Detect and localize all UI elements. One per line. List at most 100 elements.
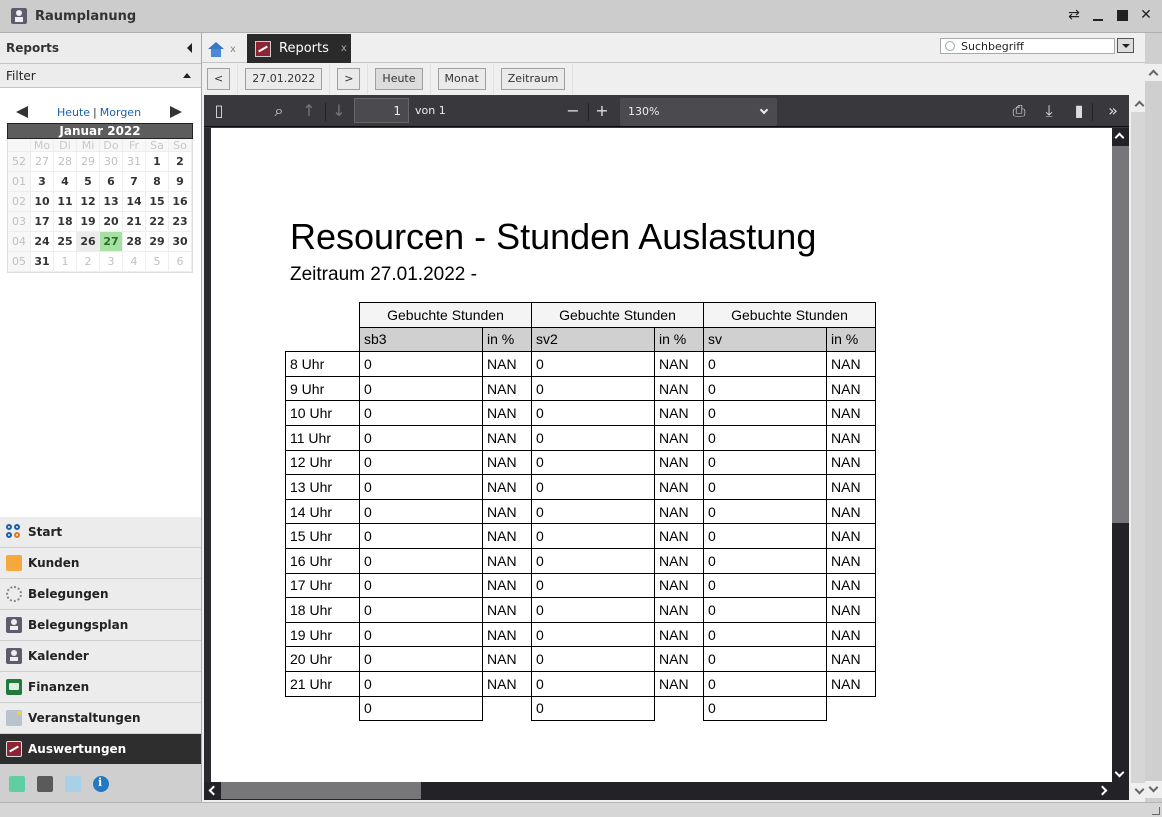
zoom-select[interactable]: 130% — [620, 98, 777, 126]
next-date-button[interactable]: > — [337, 67, 361, 90]
calendar-day[interactable]: 30 — [100, 152, 123, 172]
folder-import-icon[interactable] — [37, 775, 53, 792]
nav-item-belegungsplan[interactable]: Belegungsplan — [0, 610, 201, 641]
calendar-day[interactable]: 1 — [54, 252, 77, 272]
nav-item-belegungen[interactable]: Belegungen — [0, 579, 201, 610]
calendar-day[interactable]: 5 — [146, 252, 169, 272]
tomorrow-link[interactable]: Morgen — [100, 106, 141, 119]
calendar-day[interactable]: 20 — [100, 212, 123, 232]
calendar-day[interactable]: 29 — [146, 232, 169, 252]
calendar-day[interactable]: 22 — [146, 212, 169, 232]
tab-home[interactable]: x — [208, 36, 236, 63]
calendar-day[interactable]: 14 — [123, 192, 146, 212]
calendar-day[interactable]: 25 — [54, 232, 77, 252]
filter-header[interactable]: Filter — [0, 64, 201, 88]
collapse-sidebar-icon[interactable] — [187, 43, 192, 53]
calendar-day[interactable]: 24 — [31, 232, 54, 252]
calendar-settings-icon[interactable] — [9, 775, 25, 792]
calendar-day[interactable]: 31 — [31, 252, 54, 272]
calendar-day[interactable]: 18 — [54, 212, 77, 232]
scroll-thumb[interactable] — [1112, 146, 1129, 523]
calendar-day[interactable]: 6 — [169, 252, 192, 272]
zoom-out-icon[interactable]: − — [564, 102, 582, 120]
calendar-day[interactable]: 11 — [54, 192, 77, 212]
tools-menu-icon[interactable]: » — [1104, 102, 1122, 120]
calendar-day[interactable]: 17 — [31, 212, 54, 232]
scroll-up-icon[interactable] — [1145, 64, 1162, 81]
print-icon[interactable]: ⎙ — [1010, 102, 1028, 120]
calendar-day[interactable]: 27 — [31, 152, 54, 172]
minimize-button[interactable] — [1090, 6, 1106, 24]
today-button[interactable]: Heute — [375, 67, 423, 90]
tab-close-icon[interactable]: x — [341, 43, 347, 54]
pdf-vertical-scrollbar[interactable] — [1112, 128, 1129, 782]
nav-item-veranstaltungen[interactable]: Veranstaltungen — [0, 703, 201, 734]
page-number-input[interactable] — [354, 98, 409, 123]
calendar-day[interactable]: 5 — [77, 172, 100, 192]
calendar-day[interactable]: 3 — [100, 252, 123, 272]
calendar-day[interactable]: 1 — [146, 152, 169, 172]
scroll-up-icon[interactable] — [1114, 132, 1125, 143]
next-month-icon[interactable] — [170, 106, 182, 118]
calendar-day[interactable]: 8 — [146, 172, 169, 192]
prev-month-icon[interactable] — [16, 106, 28, 118]
calendar-day[interactable]: 31 — [123, 152, 146, 172]
calendar-day[interactable]: 12 — [77, 192, 100, 212]
previous-page-icon[interactable]: ↑ — [300, 102, 318, 120]
calendar-day[interactable]: 10 — [31, 192, 54, 212]
tools-icon[interactable] — [65, 775, 81, 792]
nav-item-auswertungen[interactable]: Auswertungen — [0, 734, 201, 765]
calendar-day[interactable]: 26 — [77, 232, 100, 252]
sidebar-toggle-icon[interactable]: ▯ — [210, 102, 228, 120]
scroll-right-icon[interactable] — [1097, 785, 1108, 796]
calendar-day[interactable]: 7 — [123, 172, 146, 192]
bookmark-icon[interactable]: ▮ — [1070, 102, 1088, 120]
next-page-icon[interactable]: ↓ — [330, 102, 348, 120]
pdf-horizontal-scrollbar[interactable] — [204, 782, 1129, 800]
scroll-thumb[interactable] — [221, 782, 421, 799]
calendar-day[interactable]: 13 — [100, 192, 123, 212]
scroll-down-icon[interactable] — [1114, 767, 1125, 778]
calendar-day[interactable]: 19 — [77, 212, 100, 232]
calendar-day[interactable]: 15 — [146, 192, 169, 212]
nav-item-finanzen[interactable]: Finanzen — [0, 672, 201, 703]
prev-date-button[interactable]: < — [207, 67, 231, 90]
calendar-day-today[interactable]: 27 — [100, 232, 123, 252]
calendar-day[interactable]: 4 — [123, 252, 146, 272]
calendar-day[interactable]: 28 — [123, 232, 146, 252]
period-button[interactable]: Zeitraum — [500, 67, 566, 90]
nav-item-kalender[interactable]: Kalender — [0, 641, 201, 672]
today-link[interactable]: Heute — [57, 106, 90, 119]
info-icon[interactable] — [93, 775, 109, 792]
scroll-down-icon[interactable] — [1145, 781, 1162, 798]
calendar-day[interactable]: 29 — [77, 152, 100, 172]
close-button[interactable]: ✕ — [1138, 6, 1154, 24]
maximize-button[interactable] — [1114, 6, 1130, 24]
search-dropdown-button[interactable] — [1117, 38, 1134, 53]
restore-swap-icon[interactable]: ⇄ — [1066, 6, 1082, 24]
search-input[interactable] — [961, 39, 1101, 53]
calendar-day[interactable]: 3 — [31, 172, 54, 192]
scroll-left-icon[interactable] — [208, 785, 219, 796]
calendar-day[interactable]: 4 — [54, 172, 77, 192]
calendar-day[interactable]: 28 — [54, 152, 77, 172]
calendar-day[interactable]: 2 — [77, 252, 100, 272]
search-icon[interactable]: ⌕ — [270, 102, 288, 120]
nav-item-start[interactable]: Start — [0, 517, 201, 548]
resize-grip-icon[interactable] — [1152, 807, 1160, 815]
calendar-day[interactable]: 9 — [169, 172, 192, 192]
download-icon[interactable]: ⤓ — [1040, 102, 1058, 120]
collapse-filter-icon[interactable] — [183, 73, 191, 78]
nav-item-kunden[interactable]: Kunden — [0, 548, 201, 579]
calendar-day[interactable]: 30 — [169, 232, 192, 252]
month-button[interactable]: Monat — [437, 67, 486, 90]
calendar-day[interactable]: 6 — [100, 172, 123, 192]
calendar-day[interactable]: 23 — [169, 212, 192, 232]
zoom-in-icon[interactable]: + — [593, 102, 611, 120]
date-field[interactable]: 27.01.2022 — [245, 67, 323, 90]
tab-close-icon[interactable]: x — [230, 44, 236, 55]
tab-reports[interactable]: Reports x — [247, 34, 351, 63]
main-vertical-scrollbar[interactable] — [1145, 33, 1162, 802]
calendar-day[interactable]: 2 — [169, 152, 192, 172]
calendar-day[interactable]: 21 — [123, 212, 146, 232]
